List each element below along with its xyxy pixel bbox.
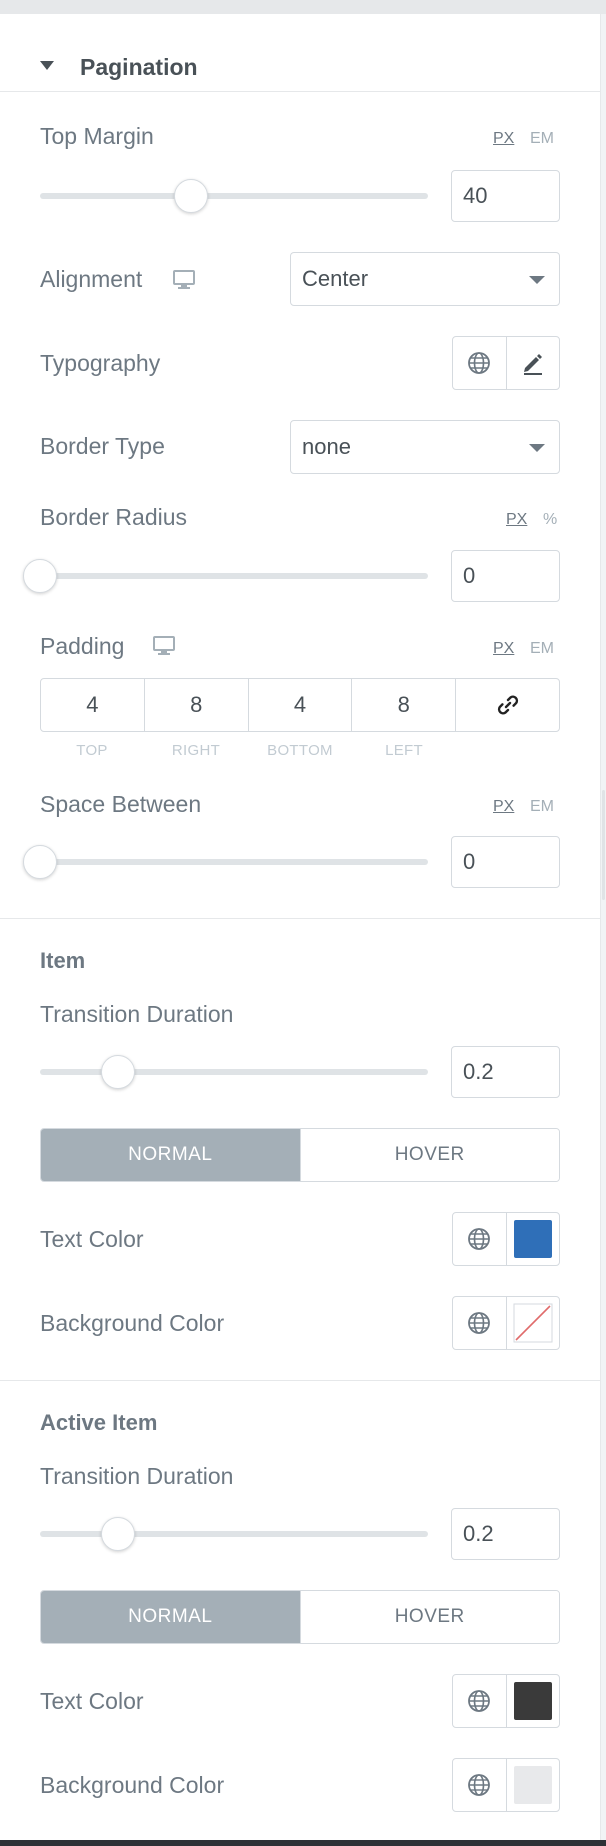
space-between-unit-px[interactable]: PX [493,798,514,816]
space-between-unit-em[interactable]: EM [530,798,554,816]
border-radius-input[interactable]: 0 [451,550,560,602]
item-background-color-picker[interactable] [505,1297,560,1349]
active-item-text-color-controls [452,1674,560,1728]
space-between-label: Space Between [40,791,202,817]
scrollbar[interactable] [601,14,606,1840]
active-item-text-color-label: Text Color [40,1688,144,1714]
typography-global-button[interactable] [453,337,506,389]
item-background-color-controls [452,1296,560,1350]
space-between-slider-handle[interactable] [23,845,57,879]
padding-unit-px[interactable]: PX [493,640,514,658]
typography-label: Typography [40,350,161,376]
top-margin-unit-em[interactable]: EM [530,130,554,148]
padding-bottom-label: BOTTOM [267,742,333,759]
caret-down-icon [40,61,54,70]
alignment-label: Alignment [40,266,143,292]
item-state-tabs: NORMAL HOVER [40,1128,560,1182]
globe-icon [468,1690,491,1712]
active-item-text-color-picker[interactable] [505,1675,560,1727]
item-background-color-label: Background Color [40,1310,225,1336]
active-item-transition-input[interactable]: 0.2 [451,1508,560,1560]
typography-controls [452,336,560,390]
desktop-icon[interactable] [172,268,196,295]
item-text-color-label: Text Color [40,1226,144,1252]
padding-label: Padding [40,633,125,659]
section-divider [0,918,601,919]
border-radius-slider-handle[interactable] [23,559,57,593]
padding-bottom-input[interactable]: 4 [247,679,352,731]
globe-icon [468,1774,491,1796]
active-item-transition-label: Transition Duration [40,1463,234,1489]
item-transition-slider-track[interactable] [40,1069,428,1075]
link-values-button[interactable] [455,679,559,731]
bottom-bar [0,1840,606,1846]
item-heading: Item [40,948,86,973]
chevron-down-icon [529,444,545,452]
section-divider [0,1380,601,1381]
scrollbar-thumb[interactable] [602,790,605,900]
active-item-background-color-global-button[interactable] [453,1759,506,1811]
top-margin-slider-track[interactable] [40,193,428,199]
item-text-color-controls [452,1212,560,1266]
link-icon [497,695,518,715]
item-text-color-global-button[interactable] [453,1213,506,1265]
active-item-background-color-controls [452,1758,560,1812]
top-margin-input[interactable]: 40 [451,170,560,222]
space-between-slider-track[interactable] [40,859,428,865]
border-type-select[interactable]: none [290,420,560,474]
border-type-select-value: none [302,434,351,459]
padding-unit-em[interactable]: EM [530,640,554,658]
padding-left-input[interactable]: 8 [351,679,455,731]
color-swatch [513,1220,552,1258]
padding-dimensions: 4 8 4 8 [40,678,560,732]
active-item-state-tabs: NORMAL HOVER [40,1590,560,1644]
top-margin-unit-px[interactable]: PX [493,130,514,148]
padding-right-label: RIGHT [171,742,221,759]
item-transition-slider-handle[interactable] [100,1055,135,1089]
chevron-down-icon [529,276,545,284]
top-margin-label: Top Margin [40,123,154,149]
tab-hover[interactable]: HOVER [299,1129,559,1181]
active-item-heading: Active Item [40,1410,158,1435]
space-between-input[interactable]: 0 [451,836,560,888]
padding-top-label: TOP [76,742,108,759]
active-item-transition-slider-track[interactable] [40,1531,428,1537]
typography-edit-button[interactable] [505,337,560,389]
border-type-label: Border Type [40,433,165,459]
tab-normal[interactable]: NORMAL [41,1129,300,1181]
top-border-strip [0,0,606,14]
section-title: Pagination [80,54,198,80]
color-swatch [513,1766,552,1804]
pencil-icon [523,354,542,375]
alignment-select[interactable]: Center [290,252,560,306]
active-item-background-color-picker[interactable] [505,1759,560,1811]
item-transition-input[interactable]: 0.2 [451,1046,560,1098]
section-header-pagination[interactable]: Pagination [0,14,601,92]
border-radius-unit-percent[interactable]: % [543,511,557,529]
padding-right-input[interactable]: 8 [143,679,248,731]
item-background-color-global-button[interactable] [453,1297,506,1349]
border-radius-label: Border Radius [40,504,188,530]
tab-hover[interactable]: HOVER [299,1591,559,1643]
padding-top-input[interactable]: 4 [41,679,144,731]
padding-left-label: LEFT [385,742,423,759]
no-color-swatch-icon [513,1303,553,1343]
alignment-select-value: Center [302,266,369,291]
color-swatch [513,1682,552,1720]
globe-icon [468,1228,491,1250]
active-item-background-color-label: Background Color [40,1772,225,1798]
active-item-text-color-global-button[interactable] [453,1675,506,1727]
item-transition-label: Transition Duration [40,1001,234,1027]
globe-icon [468,1312,491,1334]
border-radius-slider-track[interactable] [40,573,428,579]
border-radius-unit-px[interactable]: PX [506,511,527,529]
active-item-transition-slider-handle[interactable] [100,1517,135,1551]
desktop-icon[interactable] [152,634,176,661]
tab-normal[interactable]: NORMAL [41,1591,300,1643]
globe-icon [468,352,491,374]
item-text-color-picker[interactable] [505,1213,560,1265]
